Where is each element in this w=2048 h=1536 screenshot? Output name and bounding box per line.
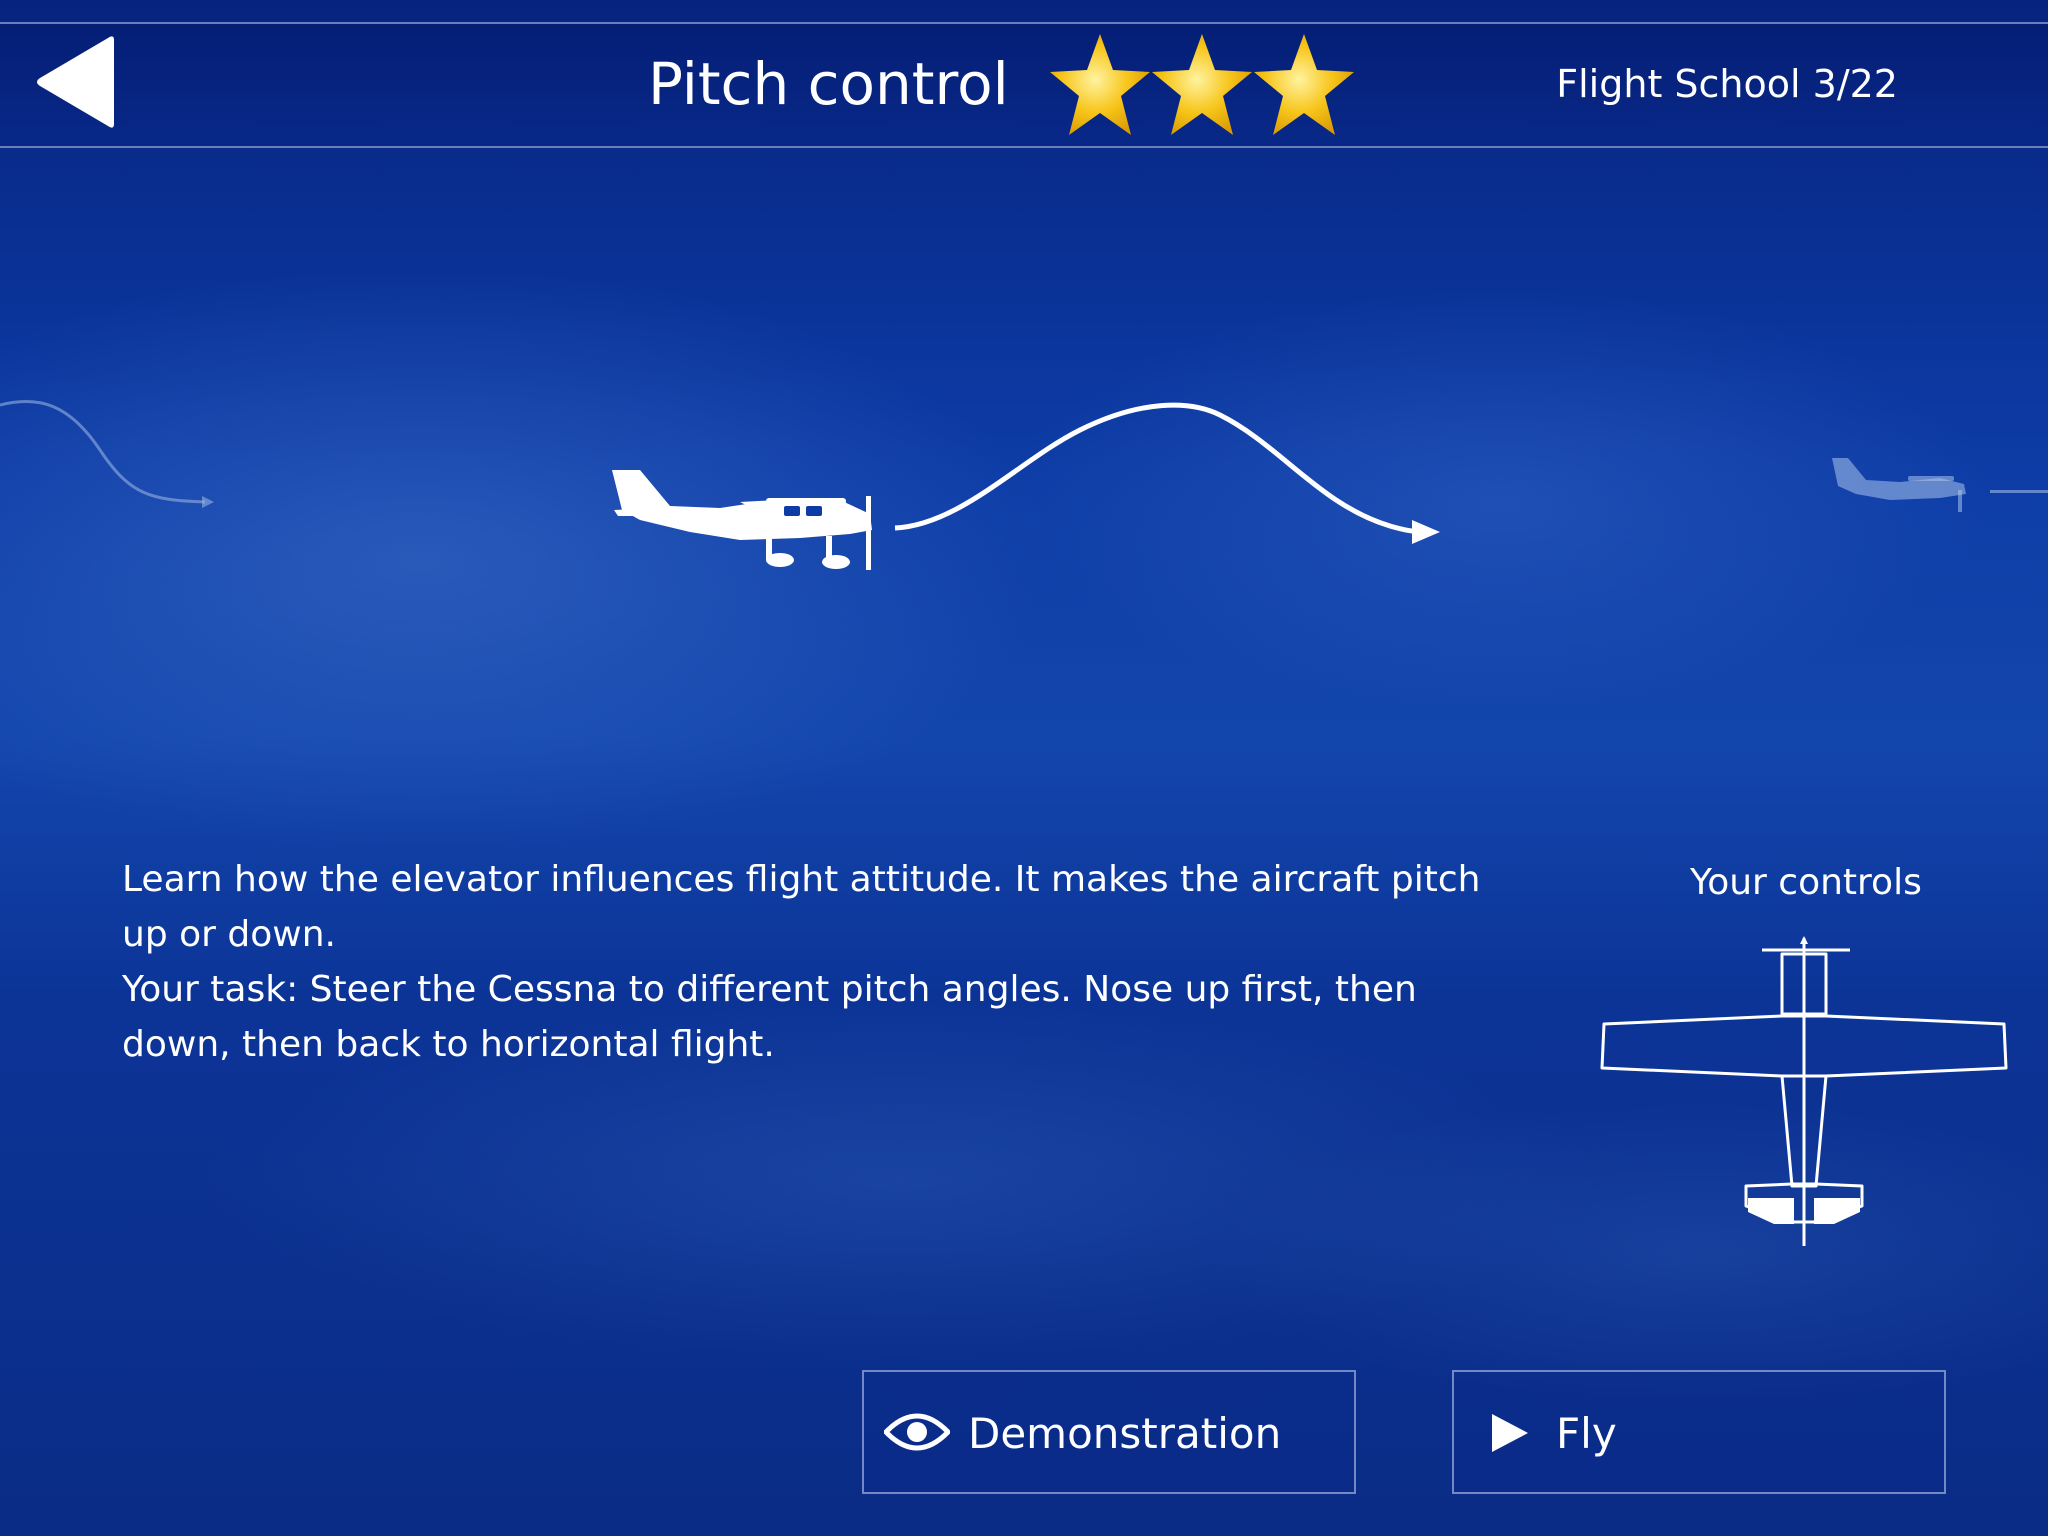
star-rating — [1050, 32, 1360, 138]
fly-button[interactable]: Fly — [1452, 1370, 1946, 1494]
description-task: Your task: Steer the Cessna to different… — [122, 969, 1417, 1065]
demonstration-button[interactable]: Demonstration — [862, 1370, 1356, 1494]
cessna-top-view-icon — [1600, 936, 2008, 1246]
demonstration-label: Demonstration — [968, 1409, 1282, 1458]
lesson-description: Learn how the elevator influences flight… — [122, 852, 1502, 1072]
pitch-path-arrow — [894, 402, 1431, 535]
back-arrow-icon — [37, 36, 114, 128]
play-icon — [1492, 1414, 1528, 1452]
elevator-highlight — [1748, 1198, 1794, 1224]
fly-label: Fly — [1556, 1409, 1617, 1458]
eye-icon — [884, 1413, 950, 1451]
description-intro: Learn how the elevator influences flight… — [122, 859, 1481, 955]
star-icon — [1254, 34, 1354, 135]
cessna-side-icon — [612, 470, 872, 570]
page-title: Pitch control — [648, 50, 1009, 118]
pitch-illustration — [0, 399, 2048, 570]
star-icon — [1152, 34, 1252, 135]
star-icon — [1050, 34, 1150, 135]
faint-cessna-right-icon — [1832, 458, 2048, 512]
back-button[interactable] — [34, 36, 120, 128]
faint-trail-left — [0, 399, 206, 504]
sky-background — [0, 0, 2048, 1536]
flight-school-progress: Flight School 3/22 — [1556, 62, 1898, 106]
controls-label: Your controls — [1690, 862, 1922, 903]
